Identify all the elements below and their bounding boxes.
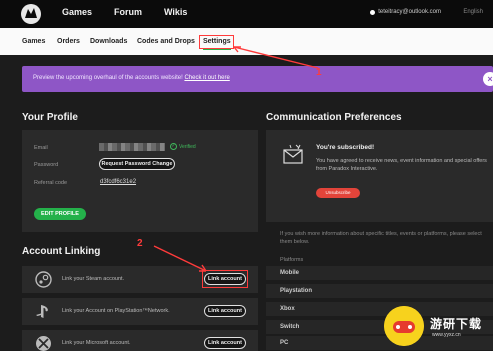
annotation-number-2: 2	[137, 238, 143, 249]
platform-row-playstation[interactable]: Playstation	[266, 284, 493, 299]
nav-wikis[interactable]: Wikis	[164, 7, 187, 17]
watermark-logo-icon	[384, 306, 424, 346]
annotation-box-settings	[199, 35, 234, 49]
email-value-redacted	[99, 143, 165, 151]
watermark-url: www.yyxz.cn	[432, 332, 461, 338]
top-navigation-bar: Games Forum Wikis teteitracy@outlook.com…	[0, 0, 493, 28]
request-password-change-button[interactable]: Request Password Change	[99, 158, 175, 170]
platform-info-text: If you wish more information about speci…	[280, 231, 482, 245]
account-linking-title: Account Linking	[22, 246, 101, 257]
unsubscribe-button[interactable]: Unsubscribe	[316, 188, 360, 198]
steam-icon	[35, 271, 52, 288]
banner-text: Preview the upcoming overhaul of the acc…	[33, 75, 230, 81]
platform-label-switch: Switch	[280, 324, 300, 330]
verified-badge: ✓ Verified	[170, 143, 196, 150]
platform-label-pc: PC	[280, 340, 289, 346]
close-icon[interactable]: ×	[483, 72, 493, 86]
communication-preferences-title: Communication Preferences	[266, 112, 402, 123]
annotation-arrow-2	[153, 245, 207, 272]
account-menu[interactable]: teteitracy@outlook.com	[370, 9, 441, 15]
tab-games[interactable]: Games	[22, 38, 45, 45]
link-xbox-button[interactable]: Link account	[204, 337, 246, 349]
profile-title: Your Profile	[22, 112, 78, 123]
platform-label-xbox: Xbox	[280, 306, 295, 312]
referral-code[interactable]: d3fcdf6c31e2	[100, 179, 136, 185]
user-icon	[370, 9, 376, 15]
newsletter-envelope-icon	[283, 144, 303, 164]
tab-codes-and-drops[interactable]: Codes and Drops	[137, 38, 195, 45]
xbox-icon	[36, 336, 51, 351]
language-selector[interactable]: English	[463, 9, 483, 15]
platform-row-mobile[interactable]: Mobile	[266, 266, 493, 281]
annotation-arrow-1	[233, 46, 319, 69]
nav-games[interactable]: Games	[62, 7, 92, 17]
banner-message: Preview the upcoming overhaul of the acc…	[33, 75, 183, 81]
check-icon: ✓	[170, 143, 177, 150]
platform-row-pc[interactable]: PC	[266, 336, 493, 351]
playstation-icon	[36, 305, 48, 318]
subscribed-title: You're subscribed!	[316, 144, 375, 151]
email-label: Email	[34, 145, 48, 151]
edit-profile-button[interactable]: EDIT PROFILE	[34, 208, 86, 220]
link-text-steam: Link your Steam account.	[62, 276, 125, 282]
referral-label: Referral code	[34, 180, 68, 186]
banner-link[interactable]: Check it out here	[184, 75, 229, 81]
verified-label: Verified	[179, 143, 196, 150]
watermark-text: 游研下载	[430, 317, 483, 331]
link-text-xbox: Link your Microsoft account.	[62, 340, 131, 346]
nav-forum[interactable]: Forum	[114, 7, 142, 17]
tab-orders[interactable]: Orders	[57, 38, 80, 45]
paradox-logo-icon[interactable]	[20, 3, 42, 25]
platform-label-playstation: Playstation	[280, 288, 313, 294]
password-label: Password	[34, 162, 59, 168]
tab-downloads[interactable]: Downloads	[90, 38, 127, 45]
annotation-number-1: 1	[316, 67, 322, 78]
platforms-label: Platforms	[280, 257, 304, 263]
link-playstation-button[interactable]: Link account	[204, 305, 246, 317]
platform-label-mobile: Mobile	[280, 270, 299, 276]
subscribed-text: You have agreed to receive news, event i…	[316, 158, 487, 172]
account-email: teteitracy@outlook.com	[378, 9, 441, 15]
link-text-playstation: Link your Account on PlayStation™Network…	[62, 308, 170, 314]
